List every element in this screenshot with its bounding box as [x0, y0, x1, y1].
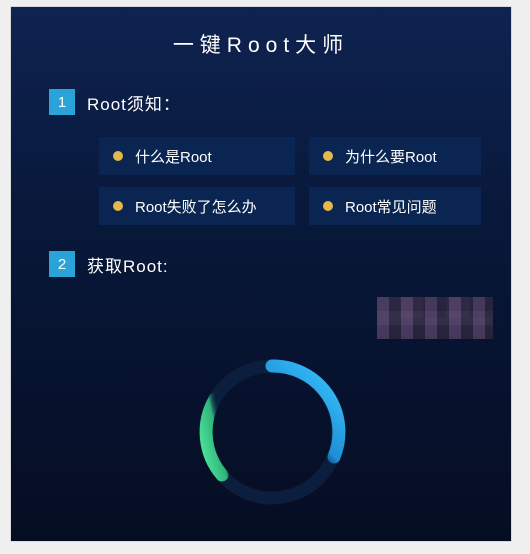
loading-spinner: [187, 347, 357, 517]
bullet-icon: [113, 151, 123, 161]
spinner-icon: [187, 347, 357, 517]
section-get-root: 2 获取Root:: [11, 251, 511, 277]
page-title: 一键Root大师: [11, 7, 511, 59]
bullet-icon: [323, 151, 333, 161]
section-title-2: 获取Root:: [87, 252, 169, 277]
topic-label: Root常见问题: [345, 196, 437, 217]
topic-root-faq[interactable]: Root常见问题: [309, 187, 481, 225]
bullet-icon: [113, 201, 123, 211]
section-title-1: Root须知：: [87, 90, 181, 115]
topic-label: Root失败了怎么办: [135, 196, 257, 217]
step-badge-2: 2: [49, 251, 75, 277]
topic-why-root[interactable]: 为什么要Root: [309, 137, 481, 175]
section-header-1: 1 Root须知：: [49, 89, 511, 115]
topic-root-failed[interactable]: Root失败了怎么办: [99, 187, 295, 225]
bullet-icon: [323, 201, 333, 211]
section-root-notice: 1 Root须知： 什么是Root 为什么要Root Root失败了怎么办 Ro…: [11, 89, 511, 225]
app-panel: 一键Root大师 1 Root须知： 什么是Root 为什么要Root Root…: [10, 6, 512, 542]
topic-label: 为什么要Root: [345, 146, 437, 167]
obscured-region: [377, 297, 493, 339]
topic-button-grid: 什么是Root 为什么要Root Root失败了怎么办 Root常见问题: [99, 137, 511, 225]
topic-what-is-root[interactable]: 什么是Root: [99, 137, 295, 175]
section-header-2: 2 获取Root:: [49, 251, 511, 277]
step-badge-1: 1: [49, 89, 75, 115]
topic-label: 什么是Root: [135, 146, 212, 167]
